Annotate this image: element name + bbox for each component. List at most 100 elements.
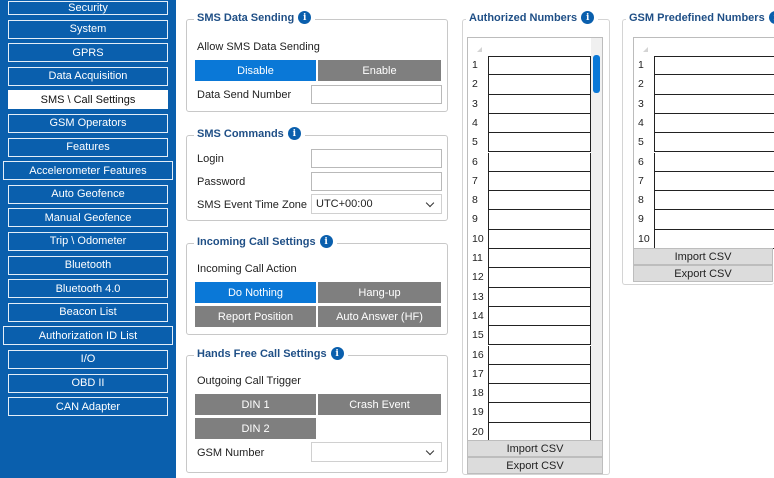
row-number: 2 (638, 78, 644, 91)
number-cell[interactable] (488, 287, 591, 307)
select-all-corner[interactable] (643, 47, 648, 52)
info-icon[interactable]: i (287, 127, 301, 140)
row-number: 10 (472, 232, 484, 245)
do-nothing-button[interactable]: Do Nothing (194, 281, 317, 304)
sidebar-item-bluetooth[interactable]: Bluetooth (8, 255, 168, 275)
row-number: 3 (472, 97, 478, 110)
sidebar-item-manual-geofence[interactable]: Manual Geofence (8, 208, 168, 228)
table-row: 4 (634, 113, 774, 134)
number-cell[interactable] (488, 364, 591, 385)
login-input[interactable] (311, 149, 442, 168)
sidebar-item-sms-call-settings[interactable]: SMS \ Call Settings (8, 90, 168, 110)
sidebar-item-bluetooth-4-0[interactable]: Bluetooth 4.0 (8, 279, 168, 299)
info-icon[interactable]: i (319, 235, 333, 248)
number-cell[interactable] (654, 133, 774, 153)
select-all-corner[interactable] (477, 47, 482, 52)
info-icon[interactable]: i (581, 11, 595, 24)
sidebar-item-system[interactable]: System (8, 19, 168, 39)
sidebar-item-authorization-id-list[interactable]: Authorization ID List (3, 326, 173, 346)
number-cell[interactable] (654, 171, 774, 192)
row-number: 7 (472, 174, 478, 187)
din1-button[interactable]: DIN 1 (194, 393, 317, 416)
number-cell[interactable] (488, 113, 591, 134)
number-cell[interactable] (488, 133, 591, 153)
sidebar-item-auto-geofence[interactable]: Auto Geofence (8, 184, 168, 204)
number-cell[interactable] (488, 345, 591, 365)
number-cell[interactable] (654, 152, 774, 172)
crash-event-button[interactable]: Crash Event (317, 393, 442, 416)
number-cell[interactable] (488, 326, 591, 346)
sidebar-item-data-acquisition[interactable]: Data Acquisition (8, 66, 168, 86)
table-row: 18 (468, 384, 591, 404)
scrollbar-thumb[interactable] (593, 55, 600, 93)
import-csv-button[interactable]: Import CSV (633, 248, 773, 265)
sidebar-item-features[interactable]: Features (8, 137, 168, 157)
report-position-button[interactable]: Report Position (194, 305, 317, 328)
authorized-numbers-table: 1 2 3 4 5 6 7 8 9 10 11 12 13 14 15 16 17 18 19 20 (467, 37, 603, 458)
table-row: 15 (468, 326, 591, 346)
vertical-scrollbar[interactable] (591, 38, 602, 457)
import-csv-button[interactable]: Import CSV (467, 440, 603, 457)
allow-sms-label: Allow SMS Data Sending (197, 41, 320, 53)
number-cell[interactable] (488, 56, 591, 76)
incoming-call-group: Incoming Call Settings i Incoming Call A… (186, 235, 448, 335)
number-cell[interactable] (488, 306, 591, 327)
number-cell[interactable] (488, 94, 591, 114)
sidebar-item-accelerometer-features[interactable]: Accelerometer Features (3, 161, 173, 181)
number-cell[interactable] (488, 268, 591, 288)
enable-button[interactable]: Enable (317, 59, 442, 82)
info-icon[interactable]: i (330, 347, 344, 360)
number-cell[interactable] (488, 152, 591, 172)
number-cell[interactable] (488, 191, 591, 211)
number-cell[interactable] (488, 249, 591, 269)
timezone-label: SMS Event Time Zone (197, 199, 308, 211)
sidebar-item-can-adapter[interactable]: CAN Adapter (8, 397, 168, 417)
number-cell[interactable] (488, 75, 591, 95)
row-number: 4 (638, 116, 644, 129)
auto-answer-button[interactable]: Auto Answer (HF) (317, 305, 442, 328)
number-cell[interactable] (654, 191, 774, 211)
sidebar-item-security[interactable]: Security (8, 1, 168, 15)
number-cell[interactable] (654, 113, 774, 134)
table-row: 17 (468, 364, 591, 385)
number-cell[interactable] (654, 56, 774, 76)
group-title: Hands Free Call Settings (197, 347, 327, 360)
number-cell[interactable] (488, 171, 591, 192)
number-cell[interactable] (654, 75, 774, 95)
number-cell[interactable] (654, 94, 774, 114)
sidebar-item-trip-odometer[interactable]: Trip \ Odometer (8, 231, 168, 251)
group-title: SMS Data Sending (197, 11, 295, 24)
number-cell[interactable] (488, 210, 591, 230)
table-row: 9 (634, 210, 774, 230)
sidebar-item-gsm-operators[interactable]: GSM Operators (8, 113, 168, 133)
sidebar-item-beacon-list[interactable]: Beacon List (8, 302, 168, 322)
data-send-number-label: Data Send Number (197, 89, 292, 101)
info-icon[interactable]: i (298, 11, 312, 24)
row-number: 2 (472, 78, 478, 91)
info-icon[interactable]: i (768, 11, 774, 24)
number-cell[interactable] (488, 229, 591, 249)
table-row: 7 (468, 171, 591, 192)
sidebar-item-obd-ii[interactable]: OBD II (8, 373, 168, 393)
din2-button[interactable]: DIN 2 (194, 417, 317, 440)
table-row: 7 (634, 171, 774, 192)
row-number: 6 (638, 155, 644, 168)
export-csv-button[interactable]: Export CSV (633, 265, 773, 282)
row-number: 20 (472, 425, 484, 438)
export-csv-button[interactable]: Export CSV (467, 457, 603, 474)
row-number: 8 (472, 194, 478, 207)
timezone-select[interactable]: UTC+00:00 (311, 194, 442, 214)
gsm-number-select[interactable] (311, 442, 442, 462)
number-cell[interactable] (488, 403, 591, 423)
chevron-down-icon (427, 448, 435, 456)
sidebar-item-gprs[interactable]: GPRS (8, 43, 168, 63)
number-cell[interactable] (654, 210, 774, 230)
number-cell[interactable] (654, 229, 774, 249)
number-cell[interactable] (488, 384, 591, 404)
login-label: Login (197, 153, 224, 165)
sidebar-item-i-o[interactable]: I/O (8, 349, 168, 369)
data-send-number-input[interactable] (311, 85, 442, 104)
disable-button[interactable]: Disable (194, 59, 317, 82)
hang-up-button[interactable]: Hang-up (317, 281, 442, 304)
password-input[interactable] (311, 172, 442, 191)
